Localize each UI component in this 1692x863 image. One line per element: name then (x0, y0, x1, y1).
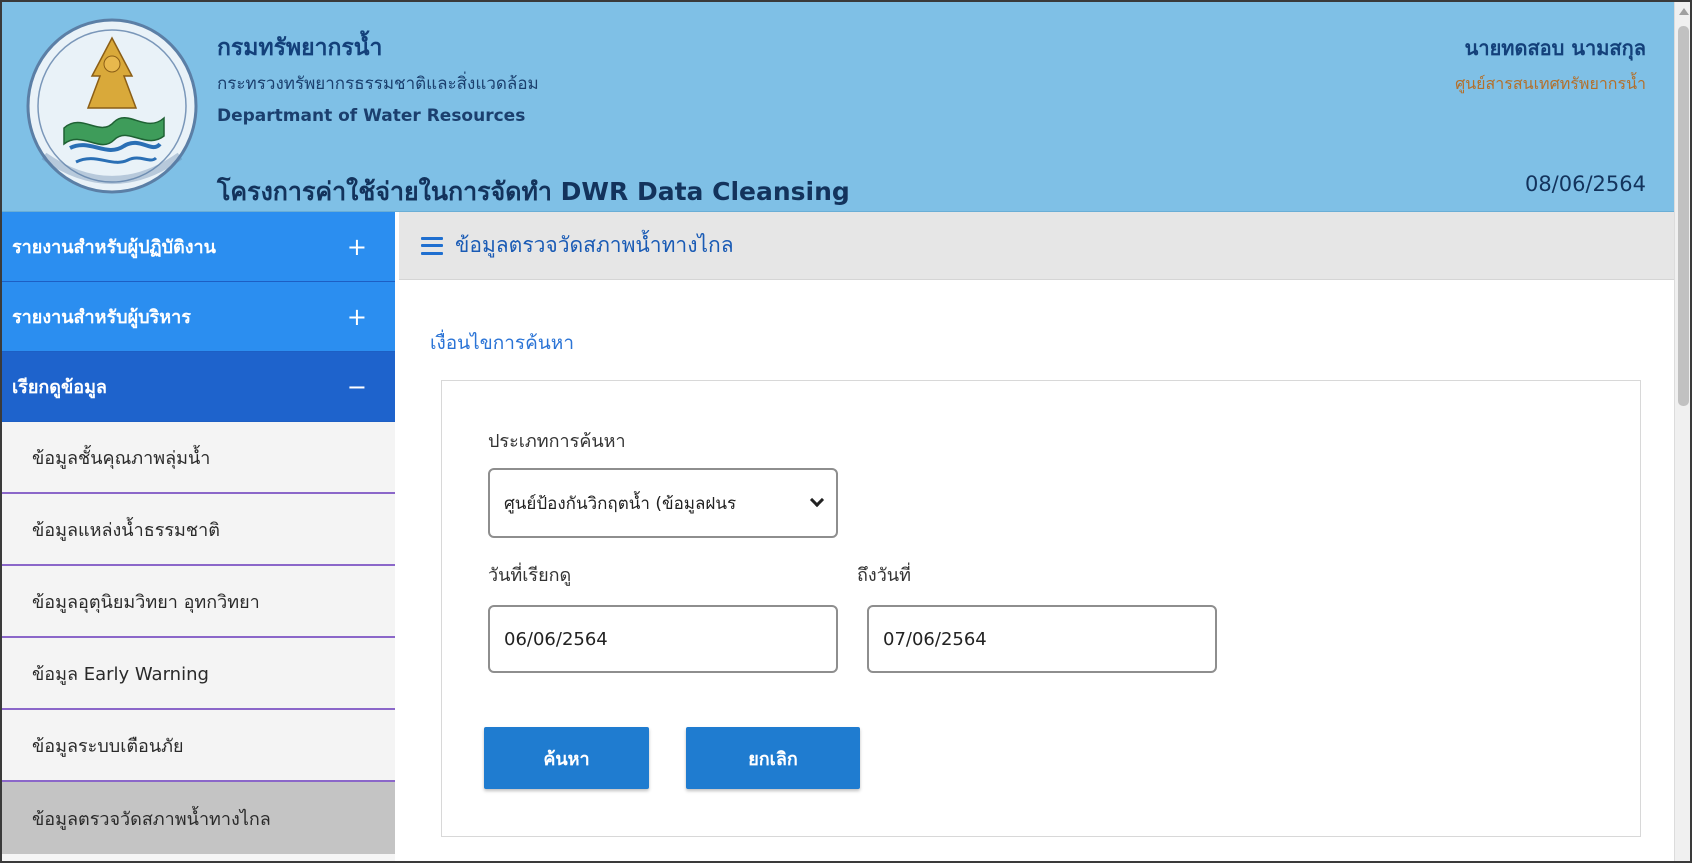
sidebar-item-telemetry[interactable]: ข้อมูลตรวจวัดสภาพน้ำทางไกล (2, 782, 395, 854)
search-button[interactable]: ค้นหา (484, 727, 649, 789)
scroll-thumb[interactable] (1678, 26, 1689, 406)
page-title: ข้อมูลตรวจวัดสภาพน้ำทางไกล (455, 233, 734, 257)
org-name: กรมทรัพยากรน้ำ (217, 35, 383, 61)
expand-plus-icon[interactable]: + (347, 305, 367, 329)
sidebar-item-early-warning[interactable]: ข้อมูล Early Warning (2, 638, 395, 710)
sidebar-group-view-data[interactable]: เรียกดูข้อมูล − (2, 352, 395, 422)
chevron-down-icon (809, 492, 825, 508)
scroll-up-arrow-icon[interactable] (1679, 8, 1689, 15)
sidebar-group-label: รายงานสำหรับผู้บริหาร (12, 307, 191, 328)
user-unit: ศูนย์สารสนเทศทรัพยากรน้ำ (1455, 74, 1646, 93)
start-date-label: วันที่เรียกดู (488, 565, 572, 586)
sidebar-group-executive-reports[interactable]: รายงานสำหรับผู้บริหาร + (2, 282, 395, 352)
cancel-button[interactable]: ยกเลิก (686, 727, 860, 789)
search-conditions-heading: เงื่อนไขการค้นหา (430, 332, 574, 354)
department-english-name: Departmant of Water Resources (217, 106, 526, 126)
search-type-selected-value: ศูนย์ป้องกันวิกฤตน้ำ (ข้อมูลฝนร (504, 493, 737, 514)
sidebar-group-label: รายงานสำหรับผู้ปฏิบัติงาน (12, 237, 216, 258)
sidebar: รายงานสำหรับผู้ปฏิบัติงาน + รายงานสำหรับ… (2, 212, 395, 861)
page-scrollbar[interactable] (1674, 2, 1690, 861)
sidebar-item-warning-system[interactable]: ข้อมูลระบบเตือนภัย (2, 710, 395, 782)
sidebar-item-basin-quality[interactable]: ข้อมูลชั้นคุณภาพลุ่มน้ำ (2, 422, 395, 494)
project-title: โครงการค่าใช้จ่ายในการจัดทำ DWR Data Cle… (217, 177, 850, 206)
user-name[interactable]: นายทดสอบ นามสกุล (1465, 32, 1646, 64)
hamburger-menu-icon[interactable] (421, 236, 443, 255)
sidebar-group-label: เรียกดูข้อมูล (12, 377, 107, 398)
content-title-bar: ข้อมูลตรวจวัดสภาพน้ำทางไกล (399, 212, 1674, 280)
sidebar-item-meteorology-hydrology[interactable]: ข้อมูลอุตุนิยมวิทยา อุทกวิทยา (2, 566, 395, 638)
sidebar-item-natural-water-sources[interactable]: ข้อมูลแหล่งน้ำธรรมชาติ (2, 494, 395, 566)
end-date-label: ถึงวันที่ (857, 565, 911, 586)
end-date-field[interactable]: 07/06/2564 (867, 605, 1217, 673)
sidebar-group-operator-reports[interactable]: รายงานสำหรับผู้ปฏิบัติงาน + (2, 212, 395, 282)
app-frame: กรมทรัพยากรน้ำ กระทรวงทรัพยากรธรรมชาติแล… (0, 0, 1692, 863)
collapse-minus-icon[interactable]: − (347, 375, 367, 399)
current-date: 08/06/2564 (1524, 172, 1646, 196)
page-header: กรมทรัพยากรน้ำ กระทรวงทรัพยากรธรรมชาติแล… (2, 2, 1674, 212)
department-seal-logo (26, 18, 198, 194)
ministry-name: กระทรวงทรัพยากรธรรมชาติและสิ่งแวดล้อม (217, 74, 539, 94)
expand-plus-icon[interactable]: + (347, 235, 367, 259)
search-type-label: ประเภทการค้นหา (488, 431, 626, 452)
start-date-field[interactable]: 06/06/2564 (488, 605, 838, 673)
search-type-select[interactable]: ศูนย์ป้องกันวิกฤตน้ำ (ข้อมูลฝนร (488, 468, 838, 538)
